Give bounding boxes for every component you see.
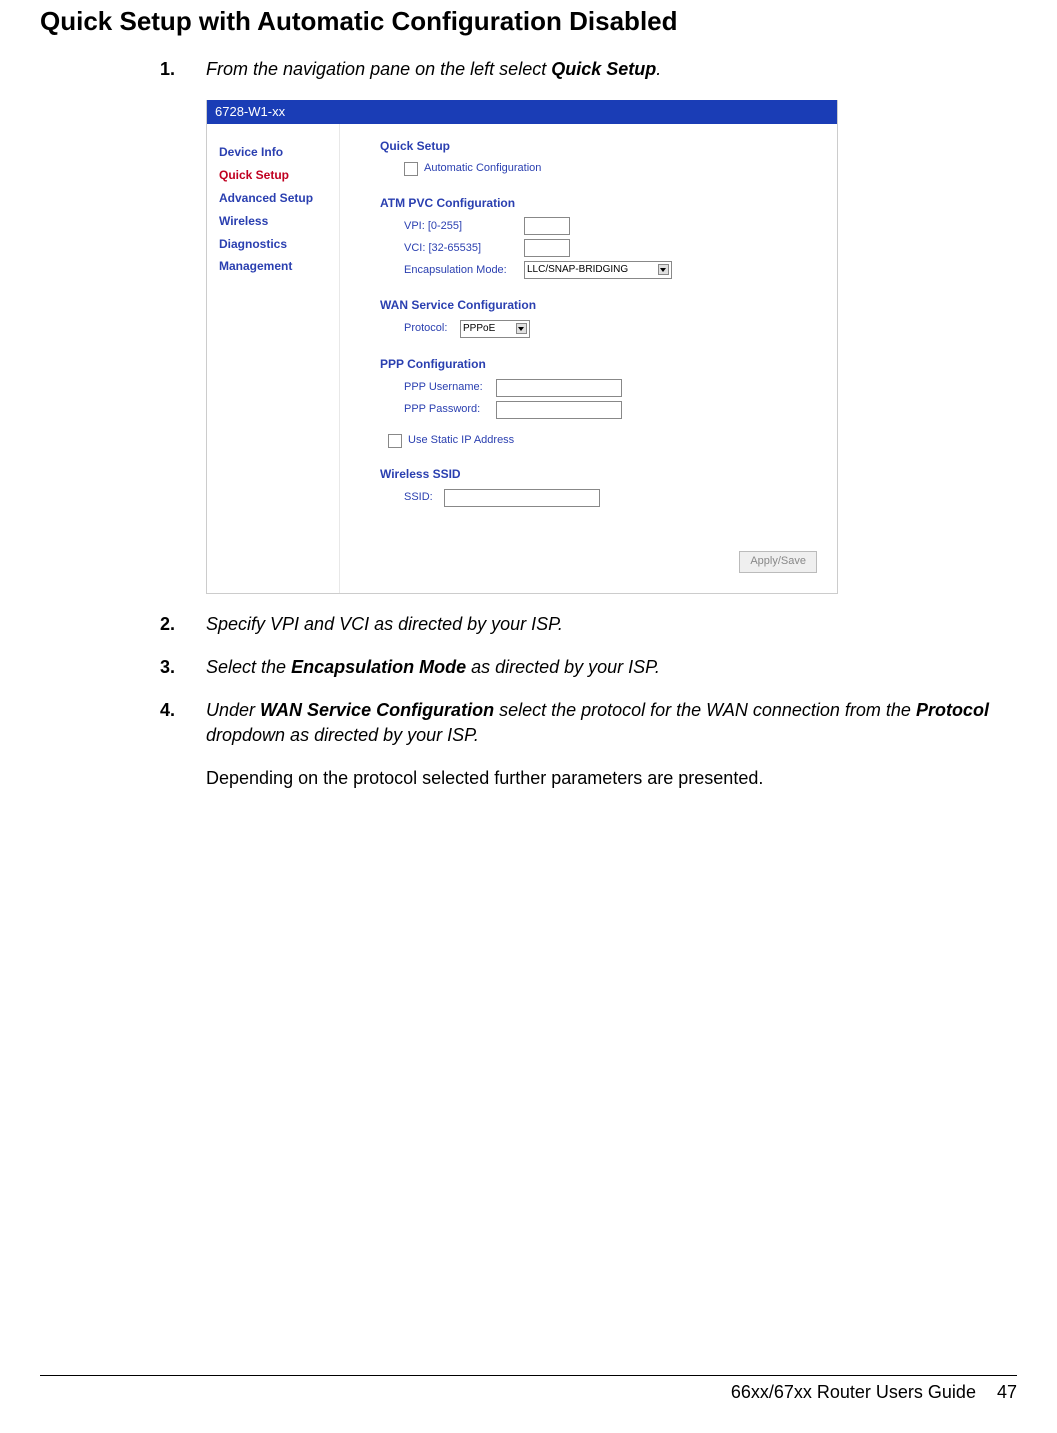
step-number: 2. (160, 612, 206, 637)
page-heading: Quick Setup with Automatic Configuration… (40, 6, 1017, 37)
step-2: 2. Specify VPI and VCI as directed by yo… (160, 612, 1017, 637)
nav-quick-setup[interactable]: Quick Setup (219, 167, 339, 184)
step-text: Specify VPI and VCI as directed by your … (206, 614, 563, 634)
encap-select[interactable]: LLC/SNAP-BRIDGING (524, 261, 672, 279)
ppp-user-label: PPP Username: (404, 380, 496, 395)
vpi-input[interactable] (524, 217, 570, 235)
wireless-ssid-title: Wireless SSID (380, 466, 837, 483)
encap-label: Encapsulation Mode: (404, 263, 524, 278)
step-4: 4. Under WAN Service Configuration selec… (160, 698, 1017, 748)
auto-config-label: Automatic Configuration (424, 161, 541, 176)
wan-service-bold: WAN Service Configuration (260, 700, 494, 720)
window-titlebar: 6728-W1-xx (207, 100, 837, 124)
vci-label: VCI: [32-65535] (404, 241, 524, 256)
quick-setup-bold: Quick Setup (551, 59, 656, 79)
step-3: 3. Select the Encapsulation Mode as dire… (160, 655, 1017, 680)
step-number: 4. (160, 698, 206, 748)
nav-management[interactable]: Management (219, 258, 339, 275)
content-pane: Quick Setup Automatic Configuration ATM … (340, 124, 837, 592)
nav-wireless[interactable]: Wireless (219, 213, 339, 230)
ppp-config-title: PPP Configuration (380, 356, 837, 373)
protocol-label: Protocol: (404, 321, 460, 336)
ppp-pass-label: PPP Password: (404, 402, 496, 417)
atm-pvc-title: ATM PVC Configuration (380, 195, 837, 212)
ppp-user-input[interactable] (496, 379, 622, 397)
nav-pane: Device Info Quick Setup Advanced Setup W… (207, 124, 340, 592)
vpi-label: VPI: [0-255] (404, 219, 524, 234)
ssid-input[interactable] (444, 489, 600, 507)
step-1: 1. From the navigation pane on the left … (160, 57, 1017, 82)
protocol-select[interactable]: PPPoE (460, 320, 530, 338)
auto-config-checkbox[interactable] (404, 162, 418, 176)
protocol-bold: Protocol (916, 700, 989, 720)
page-number: 47 (997, 1382, 1017, 1402)
encap-mode-bold: Encapsulation Mode (291, 657, 466, 677)
step-text: From the navigation pane on the left sel… (206, 59, 551, 79)
step-number: 3. (160, 655, 206, 680)
static-ip-label: Use Static IP Address (408, 433, 514, 448)
ppp-pass-input[interactable] (496, 401, 622, 419)
apply-save-button[interactable]: Apply/Save (739, 551, 817, 572)
static-ip-checkbox[interactable] (388, 434, 402, 448)
nav-device-info[interactable]: Device Info (219, 144, 339, 161)
screenshot-quick-setup: 6728-W1-xx Device Info Quick Setup Advan… (206, 100, 838, 593)
note-text: Depending on the protocol selected furth… (206, 766, 1017, 791)
quick-setup-title: Quick Setup (380, 138, 837, 155)
step-number: 1. (160, 57, 206, 82)
wan-service-title: WAN Service Configuration (380, 297, 837, 314)
page-footer: 66xx/67xx Router Users Guide 47 (40, 1375, 1017, 1403)
nav-advanced-setup[interactable]: Advanced Setup (219, 190, 339, 207)
auto-config-row: Automatic Configuration (404, 161, 837, 176)
footer-title: 66xx/67xx Router Users Guide (731, 1382, 976, 1402)
vci-input[interactable] (524, 239, 570, 257)
ssid-label: SSID: (404, 490, 444, 505)
nav-diagnostics[interactable]: Diagnostics (219, 236, 339, 253)
